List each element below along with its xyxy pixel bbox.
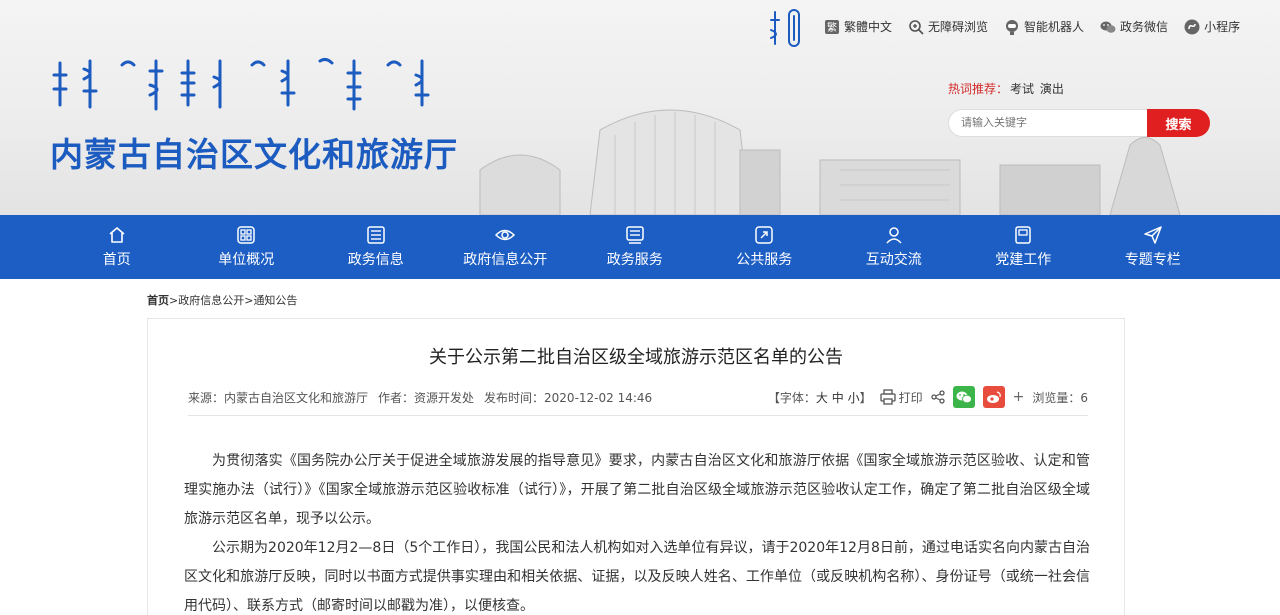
nav-item-info-disclosure[interactable]: 政府信息公开 <box>441 215 571 279</box>
font-size-medium[interactable]: 中 <box>832 391 844 405</box>
breadcrumb: 首页>政府信息公开>通知公告 <box>147 292 297 308</box>
share-weibo-button[interactable] <box>982 386 1005 408</box>
service-icon <box>626 226 644 244</box>
robot-icon <box>1006 19 1019 35</box>
header-tools: 繁 繁體中文 无障碍浏览 智能机器人 政务微信 小程序 <box>824 18 1240 35</box>
wechat-share-icon <box>956 391 972 404</box>
nav-item-party[interactable]: 党建工作 <box>959 215 1089 279</box>
tool-label: 小程序 <box>1204 20 1241 34</box>
hot-keyword[interactable]: 考试 <box>1010 82 1034 96</box>
nav-item-gov-info[interactable]: 政务信息 <box>311 215 441 279</box>
nav-label: 政府信息公开 <box>463 252 548 268</box>
article-title: 关于公示第二批自治区级全域旅游示范区名单的公告 <box>429 347 843 368</box>
nav-item-gov-service[interactable]: 政务服务 <box>570 215 700 279</box>
nav-item-overview[interactable]: 单位概况 <box>182 215 312 279</box>
nav-label: 公共服务 <box>736 252 793 268</box>
breadcrumb-info-disclosure[interactable]: 政府信息公开 <box>178 294 244 307</box>
grid-icon <box>237 226 255 244</box>
article-publish-time: 发布时间：2020-12-02 14:46 <box>484 390 653 405</box>
main-nav: 首页 单位概况 政务信息 政府信息公开 政务服务 公共服务 互动交流 党建工作 <box>0 215 1280 279</box>
traditional-chinese-link[interactable]: 繁 繁體中文 <box>824 18 892 35</box>
nav-label: 单位概况 <box>218 252 275 268</box>
printer-icon <box>879 389 896 405</box>
article-tools: 【字体：大 中 小】 打印 + 浏览量：6 <box>768 386 1088 408</box>
nav-item-interaction[interactable]: 互动交流 <box>829 215 959 279</box>
hot-keyword[interactable]: 演出 <box>1040 82 1064 96</box>
tool-label: 繁體中文 <box>844 20 893 34</box>
home-icon <box>109 227 125 243</box>
article-body: 为贯彻落实《国务院办公厅关于促进全域旅游发展的指导意见》要求，内蒙古自治区文化和… <box>184 447 1090 615</box>
traditional-chinese-icon: 繁 <box>825 19 839 34</box>
tool-label: 政务微信 <box>1120 20 1169 34</box>
eye-icon <box>495 229 516 241</box>
nav-label: 党建工作 <box>995 252 1052 268</box>
article-paragraph: 为贯彻落实《国务院办公厅关于促进全域旅游发展的指导意见》要求，内蒙古自治区文化和… <box>184 453 1090 527</box>
hot-keywords-label: 热词推荐： <box>948 82 1009 96</box>
font-size-large[interactable]: 大 <box>816 391 828 405</box>
print-button[interactable]: 打印 <box>879 389 923 406</box>
people-icon <box>886 227 902 244</box>
font-size-small[interactable]: 小 <box>848 391 860 405</box>
search-input[interactable] <box>948 109 1147 137</box>
breadcrumb-separator: > <box>169 294 179 307</box>
site-title[interactable]: 内蒙古自治区文化和旅游厅 <box>50 128 458 176</box>
news-icon <box>367 226 385 244</box>
breadcrumb-notices[interactable]: 通知公告 <box>253 294 297 307</box>
tool-label: 智能机器人 <box>1024 20 1085 34</box>
article-panel: 关于公示第二批自治区级全域旅游示范区名单的公告 来源：内蒙古自治区文化和旅游厅 … <box>147 318 1125 615</box>
tool-label: 无障碍浏览 <box>928 20 989 34</box>
public-service-icon <box>755 226 773 244</box>
article-paragraph: 公示期为2020年12月2—8日（5个工作日），我国公民和法人机构如对入选单位有… <box>184 540 1090 614</box>
search-box: 搜索 <box>948 109 1210 137</box>
svg-text:繁: 繁 <box>827 21 837 34</box>
nav-item-home[interactable]: 首页 <box>52 215 182 279</box>
wechat-icon <box>1100 21 1116 33</box>
wechat-link[interactable]: 政务微信 <box>1100 18 1168 35</box>
nav-label: 专题专栏 <box>1124 252 1181 268</box>
mini-program-link[interactable]: 小程序 <box>1184 18 1240 35</box>
breadcrumb-home[interactable]: 首页 <box>147 294 169 307</box>
nav-label: 首页 <box>102 252 131 268</box>
site-header: 内蒙古自治区文化和旅游厅 繁 繁體中文 无障碍浏览 智能机器人 政务微信 小程序 <box>0 0 1280 215</box>
mini-program-icon <box>1184 19 1200 34</box>
hot-keywords: 热词推荐： 考试 演出 <box>948 80 1064 97</box>
share-icon[interactable] <box>930 390 945 404</box>
nav-item-special[interactable]: 专题专栏 <box>1088 215 1218 279</box>
nav-label: 政务服务 <box>606 252 663 268</box>
meta-divider <box>188 415 1088 416</box>
article-meta: 来源：内蒙古自治区文化和旅游厅 作者：资源开发处 发布时间：2020-12-02… <box>188 386 1088 408</box>
robot-link[interactable]: 智能机器人 <box>1004 18 1084 35</box>
more-share-icon[interactable]: + <box>1013 389 1025 405</box>
nav-item-public-service[interactable]: 公共服务 <box>700 215 830 279</box>
view-count: 浏览量：6 <box>1032 390 1088 405</box>
accessibility-icon <box>909 19 924 35</box>
nav-label: 政务信息 <box>347 252 404 268</box>
party-icon <box>1015 226 1031 244</box>
share-wechat-button[interactable] <box>952 386 975 408</box>
font-size-suffix: 】 <box>859 390 872 405</box>
print-label: 打印 <box>898 390 923 405</box>
mongolian-script-logo <box>52 57 430 111</box>
nav-label: 互动交流 <box>865 252 922 268</box>
send-icon <box>1144 226 1162 244</box>
search-button[interactable]: 搜索 <box>1147 109 1210 137</box>
font-size-selector: 【字体：大 中 小】 <box>768 389 872 406</box>
mongolian-version-icon[interactable] <box>767 8 803 48</box>
article-source: 来源：内蒙古自治区文化和旅游厅 <box>188 390 369 405</box>
article-author: 作者：资源开发处 <box>378 390 475 405</box>
accessibility-link[interactable]: 无障碍浏览 <box>908 18 988 35</box>
weibo-icon <box>986 391 1001 403</box>
font-size-prefix: 【字体： <box>767 390 816 405</box>
